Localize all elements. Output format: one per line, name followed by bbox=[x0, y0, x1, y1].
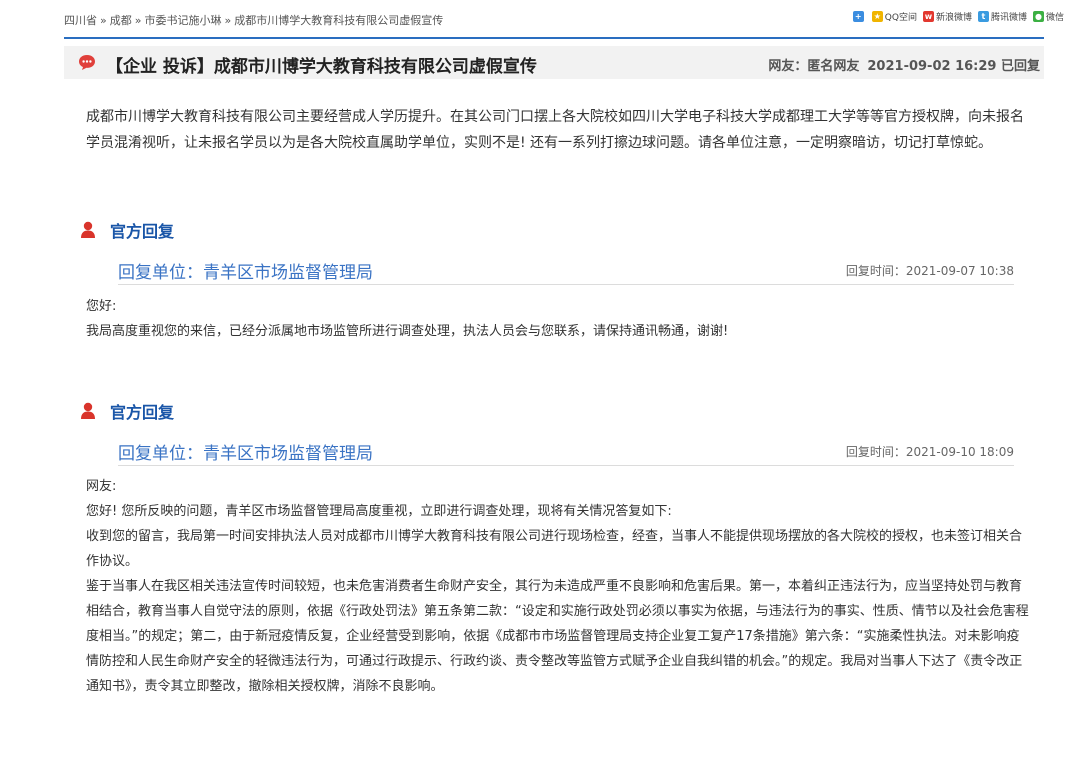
reply-body: 网友: 您好! 您所反映的问题，青羊区市场监督管理局高度重视，立即进行调查处理，… bbox=[86, 474, 1030, 699]
share-plus-icon[interactable]: + bbox=[852, 11, 864, 22]
wechat-icon: ● bbox=[1032, 11, 1044, 22]
breadcrumb-province[interactable]: 四川省 bbox=[64, 14, 97, 27]
share-wechat-label: 微信 bbox=[1045, 13, 1064, 23]
reply-unit-row: 回复单位：青羊区市场监督管理局 回复时间：2021-09-07 10:38 bbox=[118, 258, 1014, 285]
reply-paragraph: 网友: bbox=[86, 479, 117, 494]
post-title: 【企业 投诉】成都市川博学大教育科技有限公司虚假宣传 bbox=[106, 57, 537, 77]
breadcrumb-separator: » bbox=[100, 14, 107, 27]
share-tencent-weibo[interactable]: t 腾讯微博 bbox=[977, 10, 1027, 23]
reply-paragraph: 收到您的留言，我局第一时间安排执法人员对成都市川博学大教育科技有限公司进行现场检… bbox=[86, 529, 1023, 569]
share-bar: + ★ QQ空间 w 新浪微博 t 腾讯微博 ● 微信 bbox=[852, 10, 1064, 23]
person-icon bbox=[81, 221, 95, 238]
share-tencent-label: 腾讯微博 bbox=[990, 13, 1027, 23]
share-qzone-label: QQ空间 bbox=[884, 13, 917, 23]
qzone-icon: ★ bbox=[871, 11, 883, 22]
post-datetime: 2021-09-02 16:29 bbox=[867, 59, 997, 74]
breadcrumb-separator: » bbox=[224, 14, 232, 27]
share-wechat[interactable]: ● 微信 bbox=[1032, 10, 1064, 23]
speech-bubble-icon bbox=[79, 55, 95, 70]
breadcrumb: 四川省» 成都» 市委书记施小琳» 成都市川博学大教育科技有限公司虚假宣传 bbox=[64, 12, 443, 28]
breadcrumb-city[interactable]: 成都 bbox=[110, 14, 132, 27]
reply-paragraph: 您好: bbox=[86, 299, 117, 314]
reply-heading-label: 官方回复 bbox=[110, 222, 175, 241]
share-weibo[interactable]: w 新浪微博 bbox=[922, 10, 972, 23]
reply-heading-label: 官方回复 bbox=[110, 403, 175, 422]
post-title-bar: 【企业 投诉】成都市川博学大教育科技有限公司虚假宣传 网友：匿名网友 2021-0… bbox=[64, 46, 1044, 79]
post-author: 网友：匿名网友 bbox=[768, 59, 860, 74]
breadcrumb-current: 成都市川博学大教育科技有限公司虚假宣传 bbox=[234, 14, 444, 27]
weibo-icon: w bbox=[922, 11, 934, 22]
reply-unit: 回复单位：青羊区市场监督管理局 bbox=[118, 444, 373, 464]
reply-paragraph: 您好! 您所反映的问题，青羊区市场监督管理局高度重视，立即进行调查处理，现将有关… bbox=[86, 504, 672, 519]
header-divider bbox=[64, 37, 1044, 39]
top-bar: 四川省» 成都» 市委书记施小琳» 成都市川博学大教育科技有限公司虚假宣传 + ★ QQ… bbox=[0, 0, 1080, 38]
breadcrumb-separator: » bbox=[134, 14, 142, 27]
breadcrumb-leader[interactable]: 市委书记施小琳 bbox=[144, 14, 221, 27]
post-content: 成都市川博学大教育科技有限公司主要经营成人学历提升。在其公司门口摆上各大院校如四… bbox=[86, 109, 1024, 151]
reply-time: 回复时间：2021-09-10 18:09 bbox=[845, 445, 1014, 459]
reply-paragraph: 我局高度重视您的来信，已经分派属地市场监管所进行调查处理，执法人员会与您联系，请… bbox=[86, 324, 729, 339]
tencent-weibo-icon: t bbox=[977, 11, 989, 22]
person-icon bbox=[81, 402, 95, 419]
share-qzone[interactable]: ★ QQ空间 bbox=[871, 10, 917, 23]
reply-body: 您好: 我局高度重视您的来信，已经分派属地市场监管所进行调查处理，执法人员会与您… bbox=[86, 294, 1030, 344]
post-meta: 网友：匿名网友 2021-09-02 16:29 已回复 bbox=[768, 55, 1040, 74]
official-reply-heading: 官方回复 bbox=[80, 218, 174, 242]
share-weibo-label: 新浪微博 bbox=[935, 13, 972, 23]
reply-paragraph: 鉴于当事人在我区相关违法宣传时间较短，也未危害消费者生命财产安全，其行为未造成严… bbox=[86, 579, 1029, 694]
reply-unit: 回复单位：青羊区市场监督管理局 bbox=[118, 263, 373, 283]
official-reply-heading: 官方回复 bbox=[80, 399, 174, 423]
reply-time: 回复时间：2021-09-07 10:38 bbox=[845, 264, 1014, 278]
reply-unit-row: 回复单位：青羊区市场监督管理局 回复时间：2021-09-10 18:09 bbox=[118, 439, 1014, 466]
post-status: 已回复 bbox=[1000, 59, 1040, 74]
